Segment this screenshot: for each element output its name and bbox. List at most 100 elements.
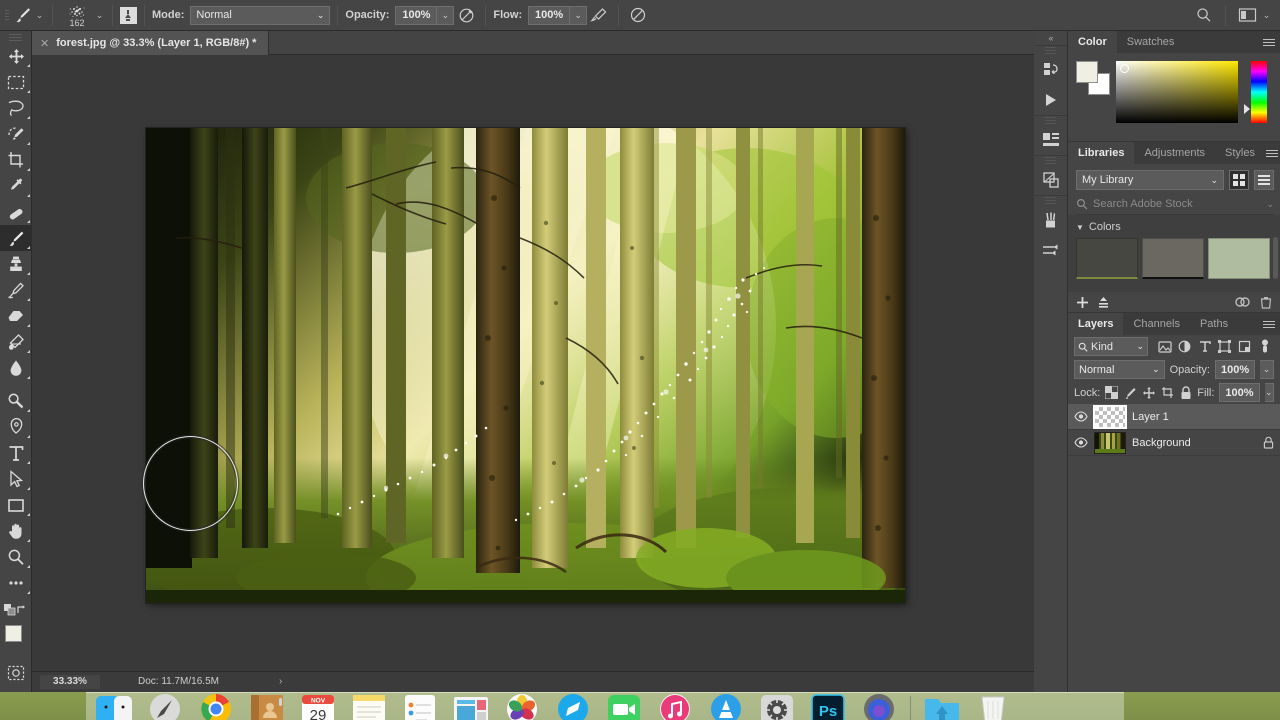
filter-smart-object-icon[interactable]	[1236, 338, 1253, 356]
layer-fill-input[interactable]: 100%	[1219, 383, 1260, 402]
layer-opacity-stepper[interactable]: ⌄	[1260, 360, 1274, 379]
chrome-icon[interactable]	[192, 694, 240, 720]
library-scrollbar[interactable]	[1273, 237, 1278, 279]
layer-filter-kind-select[interactable]: Kind ⌄	[1074, 337, 1148, 356]
photos-icon[interactable]	[498, 694, 546, 720]
tab-adjustments[interactable]: Adjustments	[1134, 142, 1215, 164]
tab-libraries[interactable]: Libraries	[1068, 142, 1135, 164]
firefox-icon[interactable]	[855, 694, 903, 720]
layer-thumbnail-transparent[interactable]	[1093, 404, 1127, 429]
pressure-opacity-icon[interactable]	[454, 3, 478, 27]
filter-pixel-icon[interactable]	[1156, 338, 1173, 356]
layer-name[interactable]: Layer 1	[1132, 411, 1169, 423]
brush-settings-panel-icon[interactable]	[1034, 235, 1068, 265]
tab-styles[interactable]: Styles	[1215, 142, 1265, 164]
stock-search-input[interactable]: Search Adobe Stock	[1093, 198, 1261, 210]
tab-swatches[interactable]: Swatches	[1116, 31, 1185, 53]
library-swatch[interactable]	[1142, 238, 1204, 279]
horizontal-type-tool[interactable]	[0, 440, 32, 466]
library-select[interactable]: My Library ⌄	[1076, 170, 1224, 190]
layer-row-background[interactable]: Background	[1068, 430, 1280, 456]
foreground-color-swatch[interactable]	[5, 625, 22, 642]
stock-search-row[interactable]: Search Adobe Stock ⌄	[1076, 194, 1274, 215]
workspace-caret[interactable]: ⌄	[1261, 5, 1272, 25]
pen-tool[interactable]	[0, 414, 32, 440]
panel-menu-icon[interactable]	[1258, 313, 1280, 335]
lock-artboard-icon[interactable]	[1161, 386, 1175, 400]
layer-row-layer-1[interactable]: Layer 1	[1068, 404, 1280, 430]
layer-name[interactable]: Background	[1132, 437, 1191, 449]
colors-group-header[interactable]: ▼ Colors	[1076, 221, 1280, 233]
edit-toolbar-tool[interactable]	[0, 570, 32, 596]
pages-icon[interactable]	[447, 694, 495, 720]
reminders-icon[interactable]	[396, 694, 444, 720]
facetime-icon[interactable]	[600, 694, 648, 720]
blend-mode-select[interactable]: Normal ⌄	[190, 5, 331, 25]
notes-icon[interactable]	[345, 694, 393, 720]
lock-position-icon[interactable]	[1142, 386, 1156, 400]
dodge-tool[interactable]	[0, 388, 32, 414]
gradient-tool[interactable]	[0, 329, 32, 355]
list-view-icon[interactable]	[1254, 170, 1274, 190]
brush-preset-caret[interactable]: ⌄	[34, 5, 45, 25]
layer-blend-mode-select[interactable]: Normal ⌄	[1074, 360, 1165, 379]
workspace-icon[interactable]	[1235, 3, 1259, 27]
hue-slider[interactable]	[1244, 61, 1267, 123]
history-brush-tool[interactable]	[0, 277, 32, 303]
hand-tool[interactable]	[0, 518, 32, 544]
airbrush-icon[interactable]	[587, 3, 611, 27]
layer-fill-stepper[interactable]: ⌄	[1264, 383, 1274, 402]
opacity-input[interactable]: 100%	[395, 5, 438, 25]
triangle-down-icon[interactable]: ▼	[1076, 223, 1084, 232]
foreground-color-swatch[interactable]	[1076, 61, 1098, 83]
layer-comps-panel-icon[interactable]	[1034, 165, 1068, 195]
history-panel-icon[interactable]	[1034, 55, 1068, 85]
app-store-icon[interactable]	[702, 694, 750, 720]
document-tab[interactable]: ✕ forest.jpg @ 33.3% (Layer 1, RGB/8#) *	[32, 31, 270, 55]
tab-channels[interactable]: Channels	[1123, 313, 1190, 335]
close-icon[interactable]: ✕	[40, 37, 49, 50]
contacts-icon[interactable]	[243, 694, 291, 720]
rectangular-marquee-tool[interactable]	[0, 69, 32, 95]
quick-mask-icon[interactable]	[0, 660, 32, 686]
document-size[interactable]: Doc: 11.7M/16.5M	[138, 676, 219, 687]
trash-icon[interactable]	[969, 694, 1017, 720]
brush-presets-panel-icon[interactable]	[1034, 205, 1068, 235]
itunes-icon[interactable]	[651, 694, 699, 720]
layer-thumbnail-background[interactable]	[1094, 431, 1126, 454]
downloads-folder-icon[interactable]	[918, 694, 966, 720]
status-expand-arrow[interactable]: ›	[279, 676, 282, 687]
flow-stepper[interactable]: ⌄	[570, 5, 588, 25]
lasso-tool[interactable]	[0, 95, 32, 121]
trash-icon[interactable]	[1260, 296, 1272, 309]
tablet-pressure-size-icon[interactable]	[120, 6, 137, 24]
lock-transparent-pixels-icon[interactable]	[1105, 386, 1119, 399]
eye-icon[interactable]	[1074, 437, 1088, 448]
clone-stamp-tool[interactable]	[0, 251, 32, 277]
safari-icon[interactable]	[549, 694, 597, 720]
eyedropper-tool[interactable]	[0, 173, 32, 199]
swap-colors-icon[interactable]	[16, 604, 28, 616]
canvas-work-area[interactable]	[32, 55, 1034, 671]
filter-adjustment-icon[interactable]	[1176, 338, 1193, 356]
brush-size-preview[interactable]: 162	[60, 1, 94, 29]
panel-menu-icon[interactable]	[1258, 31, 1280, 53]
search-icon[interactable]	[1192, 3, 1216, 27]
actions-panel-icon[interactable]	[1034, 85, 1068, 115]
chevron-down-icon[interactable]: ⌄	[1266, 199, 1274, 210]
rectangle-tool[interactable]	[0, 492, 32, 518]
filter-shape-icon[interactable]	[1216, 338, 1233, 356]
properties-panel-icon[interactable]	[1034, 125, 1068, 155]
brush-tool[interactable]	[0, 225, 32, 251]
move-tool[interactable]	[0, 43, 32, 69]
panel-menu-icon[interactable]	[1265, 142, 1280, 164]
grid-view-icon[interactable]	[1229, 170, 1249, 190]
library-swatch[interactable]	[1076, 238, 1138, 279]
finder-icon[interactable]	[90, 694, 138, 720]
tab-paths[interactable]: Paths	[1189, 313, 1239, 335]
layer-opacity-input[interactable]: 100%	[1214, 360, 1256, 379]
color-panel-swatches[interactable]	[1076, 61, 1110, 95]
brush-icon[interactable]	[12, 5, 34, 25]
lock-image-pixels-icon[interactable]	[1123, 386, 1137, 400]
flow-input[interactable]: 100%	[528, 5, 571, 25]
